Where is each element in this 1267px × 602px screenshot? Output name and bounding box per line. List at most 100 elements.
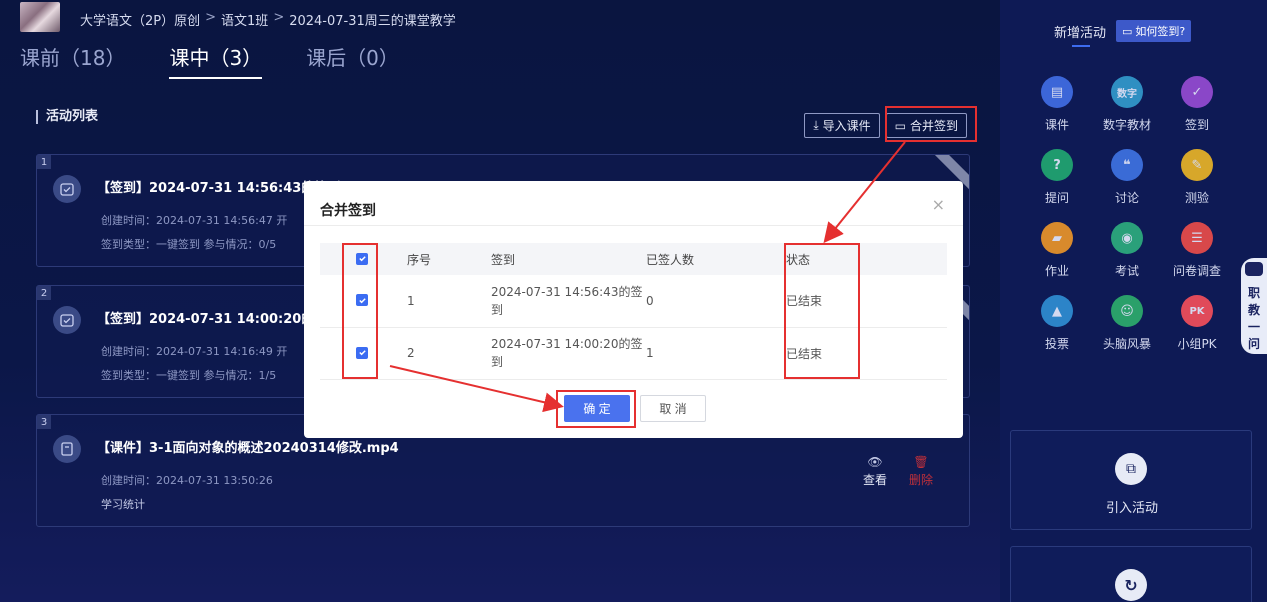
activity-type-courseware[interactable]: ▤ 课件 [1022, 76, 1092, 133]
activity-sidebar: 新增活动 ▭ 如何签到? ▤ 课件 数字 数字教材 ✓ 签到? 提问 ❝ 讨论 ✎ 测验 ▰ 作业 ◉ 考试… [1000, 0, 1267, 602]
activity-type-label: 投票 [1044, 337, 1069, 351]
textbook-icon: 数字 [1111, 76, 1143, 108]
activity-type-homework[interactable]: ▰ 作业 [1022, 222, 1092, 279]
activity-type-vote[interactable]: ▲ 投票 [1022, 295, 1092, 352]
column-signin: 签到 [491, 243, 646, 275]
activity-type-grid: ▤ 课件 数字 数字教材 ✓ 签到? 提问 ❝ 讨论 ✎ 测验 ▰ 作业 ◉ 考试 ☰ 问卷调查 ▲ 投票 ☺ 头脑风暴… [1022, 76, 1252, 352]
card-operations: 👁 查看 🗑 删除 [863, 455, 933, 488]
eye-icon: 👁 [867, 455, 883, 469]
tab-in-class[interactable]: 课中（3） [169, 42, 263, 79]
robot-icon [1245, 262, 1263, 276]
activity-type-label: 签到 [1184, 118, 1209, 132]
card-title[interactable]: 【课件】3-1面向对象的概述20240314修改.mp4 [97, 437, 399, 456]
tab-after-class[interactable]: 课后（0） [306, 42, 399, 79]
breadcrumb-separator: > [205, 10, 217, 25]
import-activity-label: 引入活动 [1105, 501, 1158, 516]
row-count: 1 [646, 327, 786, 380]
merge-signin-label: 合并签到 [909, 119, 958, 133]
activity-type-brainstorm[interactable]: ☺ 头脑风暴 [1092, 295, 1162, 352]
select-all-checkbox[interactable] [356, 252, 368, 265]
activity-type-label: 讨论 [1114, 191, 1139, 205]
confirm-button[interactable]: 确 定 [564, 395, 630, 422]
row-status: 已结束 [786, 327, 947, 380]
breadcrumb-class[interactable]: 语文1班 [221, 10, 268, 29]
row-signin-name-line: 到 [491, 302, 504, 317]
signin-icon [53, 175, 81, 203]
activity-type-label: 考试 [1114, 264, 1139, 278]
card-meta-type: 签到类型：一键签到 参与情况：0/5 [101, 238, 277, 251]
delete-button[interactable]: 🗑 删除 [909, 455, 933, 488]
assistant-robot-widget[interactable]: 职 教 一 问 [1241, 258, 1267, 354]
activity-type-label: 课件 [1044, 118, 1069, 132]
column-status: 状态 [786, 243, 947, 275]
breadcrumb-lesson: 2024-07-31周三的课堂教学 [289, 14, 456, 29]
dialog-divider [304, 225, 963, 226]
signin-table: 序号 签到 已签人数 状态 1 2024-07-31 14:56:43的签 到 … [320, 243, 947, 380]
merge-signin-dialog: 合并签到 × 序号 签到 已签人数 状态 1 2024-07-31 14:56:… [304, 181, 963, 438]
import-courseware-button[interactable]: ⤓ 导入课件 [804, 113, 880, 138]
row-signin-name: 2024-07-31 14:56:43的签 到 [491, 275, 646, 328]
card-index: 3 [37, 415, 51, 429]
row-index: 1 [407, 275, 491, 328]
delete-label: 删除 [908, 473, 933, 487]
row-signin-name-line: 2024-07-31 14:56:43的签 [491, 284, 643, 299]
pk-icon: PK [1181, 295, 1213, 327]
activity-type-exam[interactable]: ◉ 考试 [1092, 222, 1162, 279]
activity-type-survey[interactable]: ☰ 问卷调查 [1162, 222, 1232, 279]
merge-signin-button[interactable]: ▭ 合并签到 [885, 113, 967, 138]
row-signin-name-line: 2024-07-31 14:00:20的签 [491, 337, 643, 351]
exam-icon: ◉ [1111, 222, 1143, 254]
activity-type-quiz[interactable]: ✎ 测验 [1162, 149, 1232, 206]
import-courseware-label: 导入课件 [822, 119, 871, 133]
row-checkbox[interactable] [356, 294, 368, 307]
robot-label-char: 教 [1247, 303, 1260, 317]
question-icon: ? [1041, 149, 1073, 181]
how-to-signin-button[interactable]: ▭ 如何签到? [1116, 20, 1192, 42]
survey-icon: ☰ [1181, 222, 1213, 254]
card-index: 1 [37, 155, 51, 169]
row-index: 2 [407, 327, 491, 380]
view-label: 查看 [862, 473, 887, 487]
activity-type-question[interactable]: ? 提问 [1022, 149, 1092, 206]
import-activity-panel[interactable]: ⧉ 引入活动 [1010, 430, 1252, 530]
row-signin-name-line: 到 [491, 355, 504, 369]
activity-type-pk[interactable]: PK 小组PK [1162, 295, 1232, 352]
activity-type-label: 问卷调查 [1172, 264, 1221, 278]
vote-icon: ▲ [1041, 295, 1073, 327]
row-status: 已结束 [786, 275, 947, 328]
activity-type-discussion[interactable]: ❝ 讨论 [1092, 149, 1162, 206]
learning-stats-link[interactable]: 学习统计 [101, 496, 145, 512]
how-to-signin-label: 如何签到? [1135, 25, 1186, 38]
card-meta-created: 创建时间：2024-07-31 13:50:26 [101, 474, 273, 487]
cancel-button[interactable]: 取 消 [640, 395, 706, 422]
refresh-panel[interactable]: ↻ [1010, 546, 1252, 602]
sidebar-header: 新增活动 ▭ 如何签到? [1054, 20, 1192, 47]
activity-type-textbook[interactable]: 数字 数字教材 [1092, 76, 1162, 133]
view-button[interactable]: 👁 查看 [863, 455, 887, 488]
quiz-icon: ✎ [1181, 149, 1213, 181]
select-all-cell [320, 243, 407, 275]
signin-icon: ✓ [1181, 76, 1213, 108]
refresh-icon: ↻ [1115, 569, 1147, 601]
robot-label-char: 一 [1247, 320, 1260, 334]
breadcrumb-course[interactable]: 大学语文（2P）原创 [80, 10, 200, 29]
close-icon[interactable]: × [932, 195, 945, 214]
row-select-cell [320, 275, 407, 328]
activity-type-label: 数字教材 [1102, 118, 1151, 132]
courseware-icon [53, 435, 81, 463]
activity-type-label: 提问 [1044, 191, 1069, 205]
tab-before-class[interactable]: 课前（18） [20, 42, 125, 79]
card-meta-created: 创建时间：2024-07-31 14:16:49 开 [101, 345, 288, 358]
breadcrumb: 大学语文（2P）原创 > 语文1班 > 2024-07-31周三的课堂教学 [80, 10, 456, 29]
column-count: 已签人数 [646, 243, 786, 275]
brainstorm-icon: ☺ [1111, 295, 1143, 327]
top-bar: 大学语文（2P）原创 > 语文1班 > 2024-07-31周三的课堂教学 [0, 0, 1000, 38]
row-signin-name: 2024-07-31 14:00:20的签 到 [491, 327, 646, 380]
video-icon: ▭ [1122, 24, 1133, 38]
stack-icon: ▭ [894, 118, 906, 133]
courseware-icon: ▤ [1041, 76, 1073, 108]
phase-tabs: 课前（18） 课中（3） 课后（0） [20, 42, 399, 79]
row-checkbox[interactable] [356, 346, 368, 359]
activity-type-signin[interactable]: ✓ 签到 [1162, 76, 1232, 133]
signin-icon [53, 306, 81, 334]
